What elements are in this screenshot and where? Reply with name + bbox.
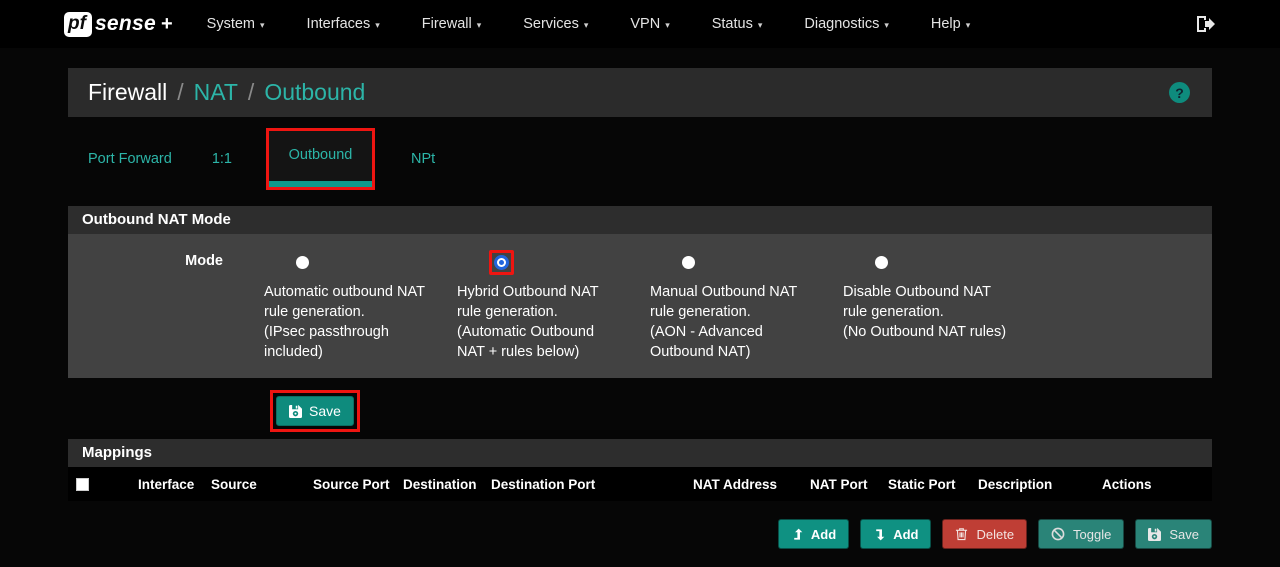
save-icon [289,405,302,418]
add-button-label: Add [893,527,918,542]
col-source-port: Source Port [313,477,403,492]
chevron-down-icon: ▾ [966,18,971,31]
top-navbar: pf sense + System ▾ Interfaces ▾ Firewal… [0,0,1280,48]
save-button[interactable]: Save [276,396,354,426]
mode-option-manual: Manual Outbound NAT rule generation. (AO… [650,248,843,362]
nav-menu: System ▾ Interfaces ▾ Firewall ▾ Service… [207,16,971,32]
nav-item-label: Interfaces [307,16,371,32]
mode-options: Automatic outbound NAT rule generation. … [264,248,1036,362]
select-all-checkbox[interactable] [76,478,89,491]
ban-icon [1051,527,1065,541]
panel-title: Mappings [68,439,1212,467]
col-interface: Interface [138,477,211,492]
nav-item-label: System [207,16,255,32]
nav-item-system[interactable]: System ▾ [207,16,265,32]
chevron-down-icon: ▾ [884,18,889,31]
mode-option-label: Disable Outbound NAT rule generation. (N… [843,282,1031,342]
help-button[interactable]: ? [1169,82,1190,103]
nav-item-label: Firewall [422,16,472,32]
mappings-actions: Add Add Delete [68,519,1212,549]
mode-field-label: Mode [68,248,237,362]
tab-1-1[interactable]: 1:1 [192,151,252,167]
nav-item-label: Services [523,16,579,32]
nav-item-label: Status [712,16,753,32]
nav-item-label: Help [931,16,961,32]
mappings-panel: Mappings Interface Source Source Port De… [68,439,1212,501]
chevron-down-icon: ▾ [665,18,670,31]
save-button-label: Save [309,403,341,419]
mode-option-disable: Disable Outbound NAT rule generation. (N… [843,248,1036,362]
mode-option-hybrid: Hybrid Outbound NAT rule generation. (Au… [457,248,650,362]
level-up-arrow-icon [791,528,803,541]
add-rule-top-button[interactable]: Add [778,519,849,549]
chevron-down-icon: ▾ [584,18,589,31]
save-mappings-button[interactable]: Save [1135,519,1212,549]
logout-button[interactable] [1196,15,1216,33]
breadcrumb: Firewall / NAT / Outbound [88,79,365,106]
level-down-arrow-icon [873,528,885,541]
mappings-table-header: Interface Source Source Port Destination… [68,467,1212,501]
nav-item-interfaces[interactable]: Interfaces ▾ [307,16,380,32]
pf-logo-plus: + [161,13,173,36]
question-mark-icon: ? [1175,85,1184,101]
breadcrumb-section: Firewall [88,79,167,106]
nat-tabs: Port Forward 1:1 Outbound NPt [68,128,1212,190]
chevron-down-icon: ▾ [758,18,763,31]
toggle-button[interactable]: Toggle [1038,519,1124,549]
nav-item-help[interactable]: Help ▾ [931,16,970,32]
radio-unselected-icon[interactable] [875,256,888,269]
chevron-down-icon: ▾ [477,18,482,31]
col-source: Source [211,477,313,492]
add-rule-bottom-button[interactable]: Add [860,519,931,549]
mode-option-label: Manual Outbound NAT rule generation. (AO… [650,282,838,362]
breadcrumb-separator: / [248,79,254,106]
breadcrumb-link-outbound[interactable]: Outbound [264,79,365,106]
save-button-label: Save [1169,527,1199,542]
radio-unselected-icon[interactable] [682,256,695,269]
delete-button-label: Delete [976,527,1014,542]
trash-icon [955,527,968,541]
nav-item-label: Diagnostics [804,16,879,32]
mode-option-label: Automatic outbound NAT rule generation. … [264,282,452,362]
nav-item-label: VPN [630,16,660,32]
col-nat-address: NAT Address [693,477,810,492]
radio-selected-icon[interactable] [494,255,509,270]
nav-item-status[interactable]: Status ▾ [712,16,763,32]
save-icon [1148,528,1161,541]
breadcrumb-bar: Firewall / NAT / Outbound ? [68,68,1212,117]
sign-out-icon [1196,15,1216,33]
annotation-box-outbound-tab: Outbound [266,128,375,190]
annotation-box-save-button: Save [270,390,360,432]
nav-item-diagnostics[interactable]: Diagnostics ▾ [804,16,888,32]
col-actions: Actions [1102,477,1212,492]
annotation-box-selected-radio [489,250,514,275]
breadcrumb-link-nat[interactable]: NAT [194,79,238,106]
col-static-port: Static Port [888,477,978,492]
tab-npt[interactable]: NPt [391,151,455,167]
breadcrumb-separator: / [177,79,183,106]
nav-item-vpn[interactable]: VPN ▾ [630,16,669,32]
mode-option-label: Hybrid Outbound NAT rule generation. (Au… [457,282,645,362]
toggle-button-label: Toggle [1073,527,1111,542]
pf-logo-tile: pf [64,12,92,37]
panel-title: Outbound NAT Mode [68,206,1212,234]
radio-unselected-icon[interactable] [296,256,309,269]
chevron-down-icon: ▾ [260,18,265,31]
col-description: Description [978,477,1102,492]
pf-logo-text: sense [95,12,156,36]
tab-port-forward[interactable]: Port Forward [68,151,192,167]
outbound-nat-mode-panel: Outbound NAT Mode Mode Automatic outboun… [68,206,1212,378]
nav-item-firewall[interactable]: Firewall ▾ [422,16,481,32]
delete-button[interactable]: Delete [942,519,1027,549]
add-button-label: Add [811,527,836,542]
mode-option-automatic: Automatic outbound NAT rule generation. … [264,248,457,362]
col-destination: Destination [403,477,491,492]
pfsense-logo[interactable]: pf sense + [64,12,173,37]
col-nat-port: NAT Port [810,477,888,492]
chevron-down-icon: ▾ [375,18,380,31]
tab-outbound[interactable]: Outbound [269,131,372,187]
col-destination-port: Destination Port [491,477,693,492]
panel-body: Mode Automatic outbound NAT rule generat… [68,234,1212,378]
nav-item-services[interactable]: Services ▾ [523,16,588,32]
